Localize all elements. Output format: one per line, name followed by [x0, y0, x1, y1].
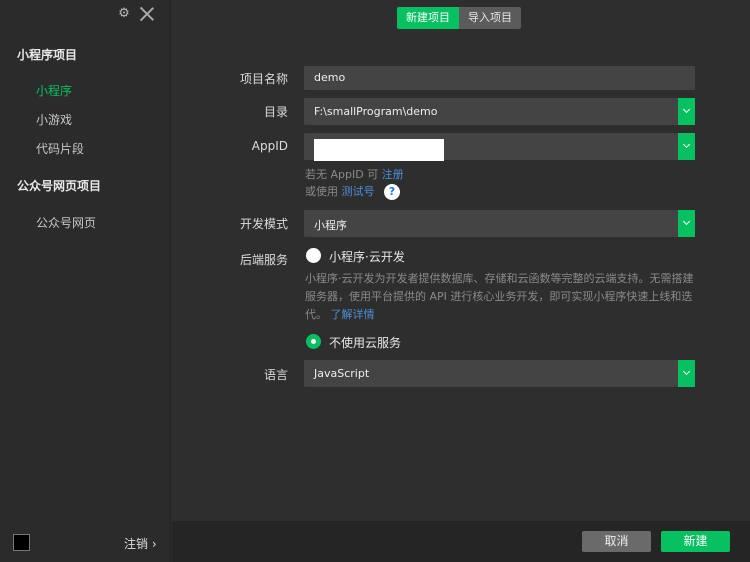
learn-more-link[interactable]: 了解详情 [331, 308, 375, 321]
close-icon[interactable] [139, 6, 155, 22]
appid-input[interactable] [304, 133, 695, 161]
dev-mode-select[interactable]: 小程序 [304, 210, 695, 237]
tab-import-project[interactable]: 导入项目 [459, 7, 521, 29]
logout-button[interactable]: 注销 › [124, 535, 157, 552]
sidebar: ⚙ 小程序项目 小程序 小游戏 代码片段 公众号网页项目 公众号网页 注销 › [0, 0, 171, 562]
cloud-dev-description: 小程序·云开发为开发者提供数据库、存储和云函数等完整的云端支持。无需搭建服务器，… [305, 270, 695, 324]
no-cloud-radio[interactable] [306, 334, 321, 349]
backend-service-label: 后端服务 [239, 253, 288, 267]
language-label: 语言 [263, 368, 288, 382]
sidebar-footer: 注销 › [0, 522, 171, 562]
appid-label: AppID [251, 139, 288, 153]
appid-register-hint: 若无 AppID 可 注册 [305, 166, 404, 182]
directory-value: F:\smallProgram\demo [314, 105, 438, 118]
language-value: JavaScript [314, 367, 370, 380]
test-account-link[interactable]: 测试号 [342, 185, 375, 198]
section-title-official-account: 公众号网页项目 [17, 179, 102, 193]
appid-test-hint-text: 或使用 [305, 185, 338, 198]
directory-dropdown-button[interactable] [678, 98, 695, 125]
appid-hint-text: 若无 AppID 可 [305, 168, 379, 181]
gear-icon[interactable]: ⚙ [117, 7, 131, 21]
cancel-button[interactable]: 取消 [582, 531, 651, 552]
register-link[interactable]: 注册 [382, 168, 404, 181]
sidebar-item-miniprogram[interactable]: 小程序 [36, 82, 72, 99]
sidebar-item-official-webpage[interactable]: 公众号网页 [36, 214, 96, 231]
project-name-value: demo [314, 71, 346, 84]
help-icon[interactable]: ? [384, 184, 400, 200]
tab-new-project[interactable]: 新建项目 [397, 7, 459, 29]
section-title-miniprogram: 小程序项目 [17, 48, 78, 62]
language-dropdown-button[interactable] [678, 360, 695, 387]
appid-dropdown-button[interactable] [678, 133, 695, 160]
avatar[interactable] [13, 534, 30, 551]
directory-select[interactable]: F:\smallProgram\demo [304, 98, 695, 125]
sidebar-item-minigame[interactable]: 小游戏 [36, 111, 72, 128]
create-button[interactable]: 新建 [661, 531, 730, 552]
appid-test-hint: 或使用 测试号 ? [305, 183, 400, 200]
sidebar-item-code-snippet[interactable]: 代码片段 [36, 140, 84, 157]
project-tabs: 新建项目 导入项目 [397, 7, 521, 29]
sidebar-toolbar: ⚙ [117, 6, 155, 22]
dev-mode-dropdown-button[interactable] [678, 210, 695, 237]
dev-mode-label: 开发模式 [239, 217, 288, 231]
cloud-dev-radio[interactable] [306, 248, 321, 263]
no-cloud-option-label[interactable]: 不使用云服务 [329, 334, 401, 351]
project-name-input[interactable]: demo [304, 66, 695, 90]
cloud-dev-option-label[interactable]: 小程序·云开发 [329, 248, 405, 265]
project-name-label: 项目名称 [239, 72, 288, 86]
appid-value-redacted [314, 139, 444, 161]
directory-label: 目录 [263, 105, 288, 119]
main-panel: 新建项目 导入项目 项目名称 demo 目录 F:\smallProgram\d… [172, 0, 750, 521]
footer-bar: 取消 新建 [172, 521, 750, 562]
language-select[interactable]: JavaScript [304, 360, 695, 387]
dev-mode-value: 小程序 [314, 219, 347, 232]
